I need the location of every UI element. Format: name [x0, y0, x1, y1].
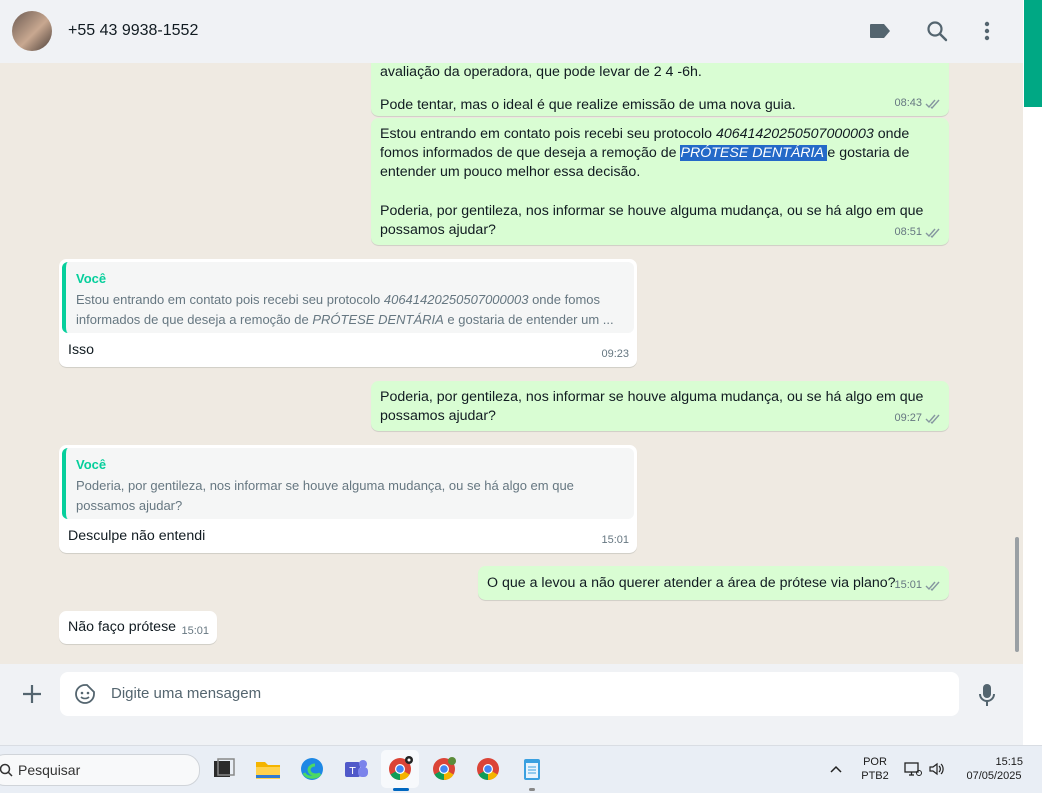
- text-selection: PRÓTESE DENTÁRIA: [680, 145, 828, 161]
- quoted-message[interactable]: Você Estou entrando em contato pois rece…: [62, 262, 634, 333]
- chrome-app-icon[interactable]: [386, 755, 414, 783]
- message-time: 09:23: [601, 348, 629, 360]
- taskbar-search[interactable]: Pesquisar: [0, 754, 200, 786]
- message-time: 08:43: [894, 97, 922, 109]
- message-text-partial: avaliação da operadora, que pode levar d…: [380, 64, 702, 80]
- message-line: possamos ajudar?: [380, 408, 496, 424]
- teams-icon[interactable]: T: [342, 755, 370, 783]
- message-outgoing[interactable]: Estou entrando em contato pois recebi se…: [371, 118, 949, 245]
- message-meta: 09:27: [894, 409, 941, 428]
- accent-bar: [1024, 0, 1042, 107]
- message-incoming[interactable]: Não faço prótese 15:01: [59, 611, 217, 644]
- quoted-message[interactable]: Você Poderia, por gentileza, nos informa…: [62, 448, 634, 519]
- double-check-icon: [925, 228, 940, 238]
- message-text: O que a levou a não querer atender a áre…: [487, 575, 896, 591]
- contact-name[interactable]: +55 43 9938-1552: [68, 22, 198, 40]
- double-check-icon: [925, 99, 940, 109]
- message-outgoing[interactable]: avaliação da operadora, que pode levar d…: [371, 63, 949, 116]
- message-meta: 15:01: [894, 576, 941, 595]
- quote-author: Você: [76, 271, 107, 286]
- scrollbar-thumb[interactable]: [1015, 537, 1019, 652]
- more-vert-icon[interactable]: [974, 18, 1000, 44]
- message-line: Poderia, por gentileza, nos informar se …: [380, 203, 924, 219]
- window-edge: [1023, 0, 1042, 745]
- message-time: 09:27: [894, 412, 922, 424]
- double-check-icon: [925, 581, 940, 591]
- composer: Digite uma mensagem: [0, 664, 1023, 725]
- chrome-profile-icon[interactable]: [430, 755, 458, 783]
- message-outgoing[interactable]: Poderia, por gentileza, nos informar se …: [371, 381, 949, 431]
- quote-text: Estou entrando em contato pois recebi se…: [76, 292, 614, 327]
- window-bottom-margin: [0, 725, 1023, 745]
- notepad-icon[interactable]: [518, 755, 546, 783]
- search-icon: [0, 763, 13, 777]
- input-placeholder: Digite uma mensagem: [111, 685, 262, 702]
- double-check-icon: [925, 414, 940, 424]
- quote-author: Você: [76, 457, 107, 472]
- message-outgoing[interactable]: O que a levou a não querer atender a áre…: [478, 566, 949, 600]
- message-time: 15:01: [894, 579, 922, 591]
- active-indicator: [393, 788, 409, 791]
- message-incoming[interactable]: Você Poderia, por gentileza, nos informa…: [59, 445, 637, 553]
- chrome-icon[interactable]: [474, 755, 502, 783]
- os-taskbar: Pesquisar T POR PTB2 15:15 07/05/2025: [0, 745, 1042, 793]
- message-text: Pode tentar, mas o ideal é que realize e…: [380, 97, 796, 113]
- language-indicator[interactable]: POR PTB2: [856, 755, 894, 783]
- sticker-emoji-icon[interactable]: [74, 683, 96, 705]
- taskbar-search-placeholder: Pesquisar: [18, 762, 81, 778]
- search-icon[interactable]: [924, 18, 950, 44]
- message-meta: 08:43: [894, 94, 941, 113]
- quote-text: Poderia, por gentileza, nos informar se …: [76, 478, 574, 513]
- edge-browser-icon[interactable]: [298, 755, 326, 783]
- message-line: Poderia, por gentileza, nos informar se …: [380, 389, 924, 405]
- svg-text:T: T: [348, 766, 356, 777]
- message-text: Desculpe não entendi: [68, 528, 206, 544]
- contact-avatar[interactable]: [12, 11, 52, 51]
- label-icon[interactable]: [867, 18, 893, 44]
- message-line: Estou entrando em contato pois recebi se…: [380, 126, 910, 142]
- message-list[interactable]: avaliação da operadora, que pode levar d…: [0, 63, 1023, 664]
- attach-plus-icon[interactable]: [20, 682, 44, 706]
- message-line: fomos informados de que deseja a remoção…: [380, 145, 910, 161]
- clock-time: 15:15: [995, 756, 1023, 768]
- microphone-icon[interactable]: [977, 682, 997, 708]
- clock-date: 07/05/2025: [966, 770, 1022, 782]
- volume-icon[interactable]: [928, 761, 946, 777]
- message-text: Isso: [68, 342, 95, 358]
- task-view-icon[interactable]: [210, 755, 238, 783]
- file-explorer-icon[interactable]: [254, 755, 282, 783]
- chevron-up-icon[interactable]: [829, 762, 843, 776]
- clock[interactable]: 15:15 07/05/2025: [955, 755, 1033, 783]
- chat-scrollbar[interactable]: [1013, 67, 1021, 662]
- message-line: entender um pouco melhor essa decisão.: [380, 164, 641, 180]
- message-time: 15:01: [601, 534, 629, 546]
- message-text: Não faço prótese: [68, 619, 177, 635]
- chat-header: +55 43 9938-1552: [0, 0, 1023, 63]
- message-meta: 08:51: [894, 223, 941, 242]
- message-time: 15:01: [181, 625, 209, 637]
- message-time: 08:51: [894, 226, 922, 238]
- running-indicator: [529, 788, 535, 791]
- network-icon[interactable]: [904, 761, 922, 777]
- message-incoming[interactable]: Você Estou entrando em contato pois rece…: [59, 259, 637, 367]
- message-input[interactable]: Digite uma mensagem: [60, 672, 959, 716]
- message-line: possamos ajudar?: [380, 222, 496, 238]
